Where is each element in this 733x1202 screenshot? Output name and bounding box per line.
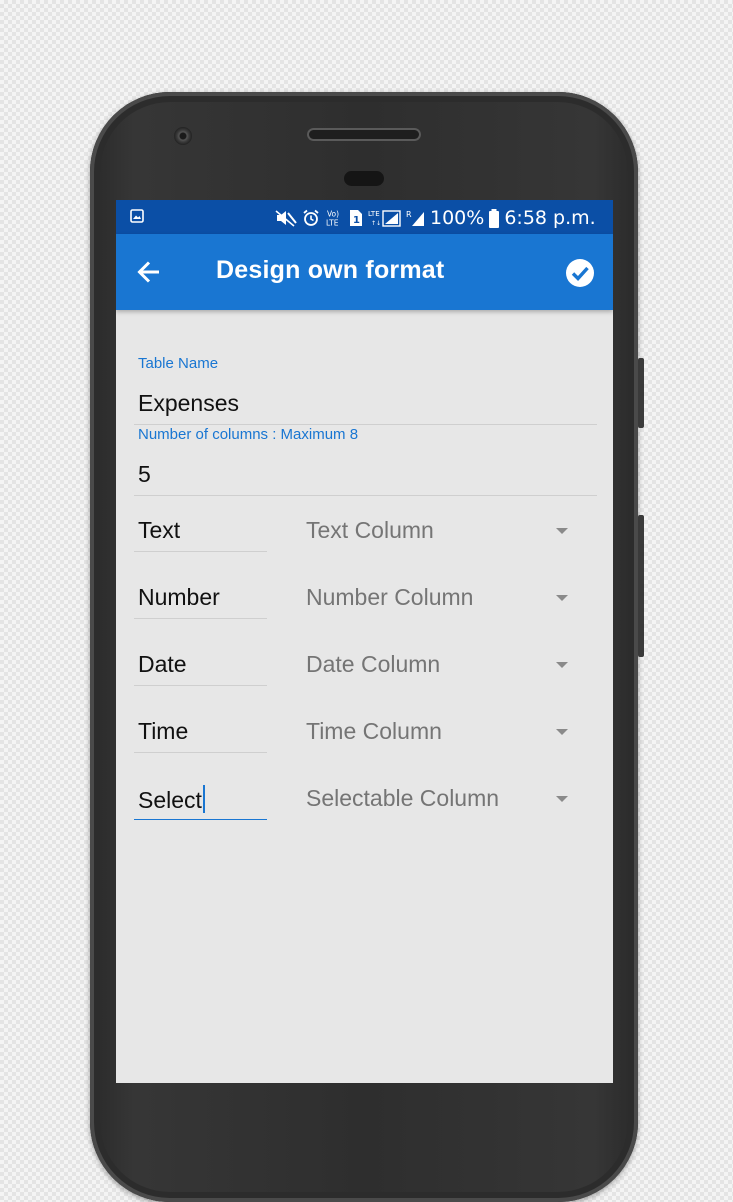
phone-volume-button bbox=[638, 515, 644, 657]
column-name-input[interactable]: Text bbox=[134, 511, 267, 552]
status-icons: Vo) LTE 1 LTE ↑↓ R 100% 6:58 p.m. bbox=[274, 208, 596, 228]
column-name-value: Number bbox=[138, 584, 220, 610]
table-name-value: Expenses bbox=[138, 390, 240, 416]
column-name-value: Date bbox=[138, 651, 187, 677]
app-bar: Design own format bbox=[116, 234, 613, 310]
page-title: Design own format bbox=[216, 256, 445, 284]
earpiece-speaker bbox=[307, 128, 421, 141]
column-row: Time Time Column bbox=[116, 712, 613, 770]
gallery-icon bbox=[130, 209, 144, 223]
column-name-input[interactable]: Date bbox=[134, 645, 267, 686]
alarm-icon bbox=[303, 209, 319, 226]
triangle-down-icon[interactable] bbox=[556, 595, 568, 601]
column-name-value: Text bbox=[138, 517, 181, 543]
triangle-down-icon[interactable] bbox=[556, 662, 568, 668]
column-type-select[interactable]: Date Column bbox=[306, 651, 440, 678]
columns-count-value: 5 bbox=[138, 461, 151, 487]
triangle-down-icon[interactable] bbox=[556, 528, 568, 534]
column-type-select[interactable]: Selectable Column bbox=[306, 785, 499, 812]
table-name-label: Table Name bbox=[138, 355, 219, 372]
column-type-select[interactable]: Text Column bbox=[306, 517, 434, 544]
check-circle-icon[interactable] bbox=[565, 258, 595, 288]
phone-screen: Vo) LTE 1 LTE ↑↓ R 100% 6:58 p.m. Design… bbox=[116, 200, 613, 1083]
status-bar: Vo) LTE 1 LTE ↑↓ R 100% 6:58 p.m. bbox=[116, 200, 613, 234]
svg-text:LTE: LTE bbox=[368, 210, 380, 218]
lte-signal-icon: LTE ↑↓ bbox=[368, 210, 401, 227]
text-cursor bbox=[202, 785, 205, 813]
battery-percent: 100% bbox=[430, 207, 485, 229]
clock: 6:58 p.m. bbox=[504, 207, 596, 229]
column-row: Select Selectable Column bbox=[116, 779, 613, 837]
triangle-down-icon[interactable] bbox=[556, 796, 568, 802]
column-name-value: Select bbox=[138, 787, 202, 813]
columns-count-input[interactable]: 5 bbox=[134, 455, 597, 496]
battery-icon bbox=[489, 208, 500, 228]
column-name-input-focused[interactable]: Select bbox=[134, 779, 267, 820]
table-name-input[interactable]: Expenses bbox=[134, 384, 597, 425]
mute-icon bbox=[275, 210, 297, 227]
column-name-input[interactable]: Time bbox=[134, 712, 267, 753]
volte-icon: Vo) LTE bbox=[326, 210, 339, 228]
front-camera bbox=[174, 127, 192, 145]
column-type-select[interactable]: Number Column bbox=[306, 584, 473, 611]
column-row: Date Date Column bbox=[116, 645, 613, 703]
svg-text:LTE: LTE bbox=[326, 219, 339, 228]
column-name-input[interactable]: Number bbox=[134, 578, 267, 619]
column-row: Text Text Column bbox=[116, 511, 613, 569]
column-name-value: Time bbox=[138, 718, 189, 744]
column-type-select[interactable]: Time Column bbox=[306, 718, 442, 745]
proximity-sensor bbox=[344, 171, 384, 186]
svg-text:↑↓: ↑↓ bbox=[371, 220, 381, 227]
sim-card-icon: 1 bbox=[350, 210, 362, 226]
triangle-down-icon[interactable] bbox=[556, 729, 568, 735]
svg-text:1: 1 bbox=[353, 215, 360, 226]
arrow-left-icon[interactable] bbox=[136, 259, 162, 285]
svg-text:Vo): Vo) bbox=[327, 210, 339, 219]
column-row: Number Number Column bbox=[116, 578, 613, 636]
phone-side-button bbox=[638, 358, 644, 428]
columns-count-label: Number of columns : Maximum 8 bbox=[138, 426, 359, 443]
svg-text:R: R bbox=[406, 210, 412, 219]
signal-r-icon: R bbox=[406, 210, 424, 226]
